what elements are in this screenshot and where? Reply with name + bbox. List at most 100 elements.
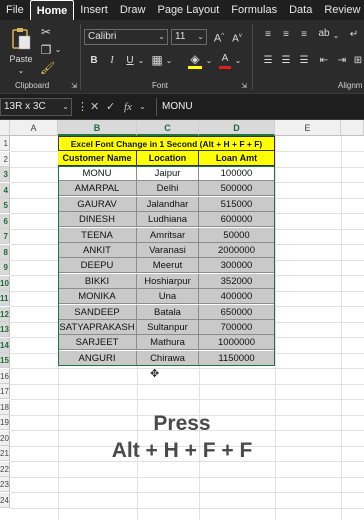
decrease-font-size-icon[interactable]: Av bbox=[230, 29, 244, 46]
row-header[interactable]: 8 bbox=[0, 244, 10, 260]
gridline bbox=[10, 383, 364, 385]
row-header[interactable]: 15 bbox=[0, 353, 10, 368]
formula-input[interactable]: MONU bbox=[156, 98, 364, 116]
row-header[interactable]: 22 bbox=[0, 461, 10, 477]
header-customer-name[interactable]: Customer Name bbox=[58, 151, 137, 166]
italic-icon[interactable]: I bbox=[106, 54, 118, 68]
tab-draw[interactable]: Draw bbox=[114, 0, 152, 20]
row-header[interactable]: 9 bbox=[0, 260, 10, 275]
column-header-c[interactable]: C bbox=[137, 120, 199, 136]
row-header[interactable]: 17 bbox=[0, 384, 10, 399]
formula-bar: 13R x 3C ⌄ ⋮ ✕ ✓ fx ⌄ MONU bbox=[0, 94, 364, 120]
merge-center-icon[interactable]: ⊞ bbox=[352, 54, 364, 68]
font-size-select[interactable]: 11 ⌄ bbox=[171, 29, 207, 45]
underline-dropdown-icon[interactable]: ⌄ bbox=[137, 54, 145, 68]
row-header[interactable]: 2 bbox=[0, 151, 10, 167]
tab-insert[interactable]: Insert bbox=[74, 0, 114, 20]
select-all-corner[interactable] bbox=[0, 120, 10, 136]
font-name-select[interactable]: Calibri ⌄ bbox=[84, 29, 168, 45]
row-header[interactable]: 7 bbox=[0, 229, 10, 244]
font-dialog-launcher-icon[interactable]: ⇲ bbox=[240, 80, 248, 94]
increase-font-size-icon[interactable]: A^ bbox=[212, 29, 226, 46]
column-header-f[interactable] bbox=[341, 120, 364, 136]
ribbon-home: Paste ⌄ ✂ ❐ ⌄ 🖌 Clipboard ⇲ Calibri ⌄ 11… bbox=[0, 20, 364, 94]
underline-icon[interactable]: U bbox=[124, 54, 136, 68]
tab-file[interactable]: File bbox=[0, 0, 30, 20]
copy-dropdown-icon[interactable]: ⌄ bbox=[54, 43, 62, 57]
clipboard-dialog-launcher-icon[interactable]: ⇲ bbox=[70, 80, 78, 94]
row-header[interactable]: 14 bbox=[0, 337, 10, 353]
name-box-value: 13R x 3C bbox=[4, 101, 46, 112]
gridline bbox=[10, 399, 364, 400]
ribbon-tab-bar: File Home Insert Draw Page Layout Formul… bbox=[0, 0, 364, 20]
column-header-d[interactable]: D bbox=[199, 120, 275, 136]
worksheet-grid[interactable]: A B C D E 1 2 3 4 5 6 7 8 9 10 11 12 13 14 15 16 17 18 19 2… bbox=[0, 120, 364, 520]
selection-outline bbox=[58, 166, 275, 366]
caption-line-1: Press bbox=[153, 412, 211, 435]
align-left-icon[interactable]: ☰ bbox=[262, 54, 274, 68]
font-name-value: Calibri bbox=[88, 31, 117, 42]
tab-formulas[interactable]: Formulas bbox=[225, 0, 283, 20]
header-loan-amt[interactable]: Loan Amt bbox=[199, 151, 275, 166]
decrease-indent-icon[interactable]: ⇤ bbox=[318, 54, 330, 68]
borders-icon[interactable]: ▦ bbox=[150, 53, 164, 67]
enter-icon[interactable]: ✓ bbox=[106, 98, 115, 116]
middle-align-icon[interactable]: ≡ bbox=[280, 28, 292, 42]
tab-data[interactable]: Data bbox=[283, 0, 318, 20]
tab-page-layout[interactable]: Page Layout bbox=[151, 0, 225, 20]
tab-home[interactable]: Home bbox=[29, 0, 75, 20]
row-header[interactable]: 12 bbox=[0, 306, 10, 322]
align-right-icon[interactable]: ☰ bbox=[298, 54, 310, 68]
fill-color-icon[interactable]: ◈ bbox=[188, 52, 202, 69]
row-header[interactable]: 4 bbox=[0, 182, 10, 198]
row-header[interactable]: 10 bbox=[0, 275, 10, 291]
chevron-down-icon: ⌄ bbox=[158, 32, 165, 41]
ribbon-separator bbox=[80, 24, 81, 90]
orientation-dropdown-icon[interactable]: ⌄ bbox=[332, 29, 340, 43]
top-align-icon[interactable]: ≡ bbox=[262, 28, 274, 42]
column-header-e[interactable]: E bbox=[275, 120, 341, 136]
row-header[interactable]: 24 bbox=[0, 492, 10, 508]
row-header[interactable]: 1 bbox=[0, 136, 10, 151]
increase-indent-icon[interactable]: ⇥ bbox=[336, 54, 348, 68]
header-location[interactable]: Location bbox=[137, 151, 199, 166]
insert-function-icon[interactable]: fx bbox=[124, 98, 132, 116]
clipboard-group-label: Clipboard bbox=[15, 81, 50, 90]
gridline bbox=[10, 476, 364, 478]
cancel-icon[interactable]: ✕ bbox=[90, 98, 99, 116]
alignment-group-label: Alignm bbox=[338, 81, 363, 90]
column-header-b[interactable]: B bbox=[58, 120, 137, 136]
cell-cursor-icon: ✥ bbox=[150, 368, 160, 380]
table-title[interactable]: Excel Font Change in 1 Second (Alt + H +… bbox=[58, 136, 275, 151]
align-center-icon[interactable]: ☰ bbox=[280, 54, 292, 68]
font-group-label: Font bbox=[152, 81, 169, 90]
fill-color-dropdown-icon[interactable]: ⌄ bbox=[205, 54, 213, 68]
gridline bbox=[10, 507, 364, 509]
insert-function-dropdown-icon[interactable]: ⌄ bbox=[139, 98, 146, 116]
font-color-icon[interactable]: A bbox=[219, 52, 231, 69]
more-options-icon[interactable]: ⋮ bbox=[77, 98, 88, 116]
chevron-down-icon: ⌄ bbox=[197, 32, 204, 41]
format-painter-icon[interactable]: 🖌 bbox=[40, 61, 55, 75]
bottom-align-icon[interactable]: ≡ bbox=[298, 28, 310, 42]
row-header[interactable]: 13 bbox=[0, 322, 10, 337]
row-header[interactable]: 3 bbox=[0, 167, 10, 182]
row-header[interactable]: 11 bbox=[0, 291, 10, 306]
column-header-a[interactable]: A bbox=[10, 120, 58, 136]
borders-dropdown-icon[interactable]: ⌄ bbox=[165, 54, 173, 68]
font-size-value: 11 bbox=[175, 31, 186, 42]
font-color-dropdown-icon[interactable]: ⌄ bbox=[234, 54, 242, 68]
row-header[interactable]: 5 bbox=[0, 198, 10, 213]
paste-dropdown-icon[interactable]: ⌄ bbox=[15, 64, 27, 78]
paste-icon[interactable] bbox=[10, 26, 32, 50]
tab-review[interactable]: Review bbox=[318, 0, 364, 20]
row-header[interactable]: 6 bbox=[0, 213, 10, 229]
orientation-icon[interactable]: ab bbox=[318, 27, 330, 41]
row-header[interactable]: 23 bbox=[0, 477, 10, 492]
copy-icon[interactable]: ❐ bbox=[40, 43, 52, 57]
cut-icon[interactable]: ✂ bbox=[40, 25, 52, 39]
row-header[interactable]: 16 bbox=[0, 368, 10, 384]
bold-icon[interactable]: B bbox=[88, 54, 100, 68]
name-box[interactable]: 13R x 3C ⌄ bbox=[0, 98, 72, 116]
wrap-text-icon[interactable]: ↵ bbox=[348, 28, 360, 42]
